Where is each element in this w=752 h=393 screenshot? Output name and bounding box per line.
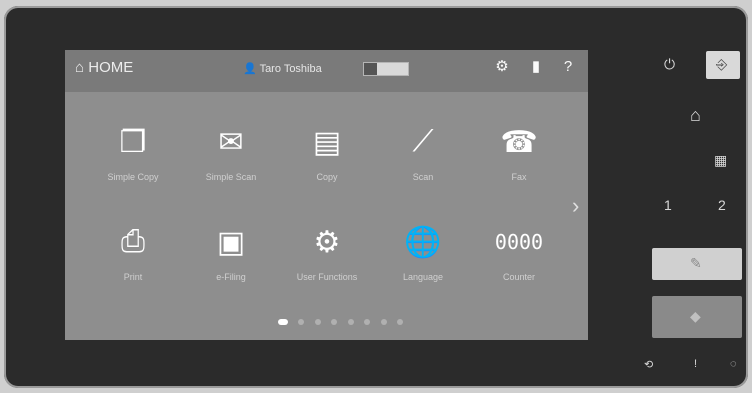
gear-icon[interactable]: ⚙ <box>493 58 511 76</box>
page-dot[interactable] <box>380 319 387 325</box>
copy-icon: ❐ <box>119 125 147 159</box>
scanner-icon: ⟋ <box>412 125 434 158</box>
app-copy[interactable]: ▤ Copy <box>282 114 372 204</box>
keypad-2[interactable]: 2 <box>718 197 726 213</box>
app-label: Print <box>123 272 143 282</box>
user-icon: 👤 <box>243 63 257 75</box>
job-status-icon[interactable]: ▦ <box>714 152 727 169</box>
app-label: Copy <box>316 172 338 182</box>
stop-button[interactable]: ◆ <box>652 296 742 338</box>
home-label-text: HOME <box>88 59 134 76</box>
energy-icon[interactable]: ◌ <box>730 358 737 370</box>
reset-icon[interactable]: ⟲ <box>644 358 653 371</box>
box-icon: ▣ <box>216 225 246 259</box>
power-icon[interactable]: ⏻ <box>664 56 675 73</box>
page-dot[interactable] <box>347 319 354 325</box>
gears-icon: ⚙ <box>313 225 341 259</box>
scan-mail-icon: ✉ <box>218 125 244 159</box>
info-icon[interactable]: ▮ <box>527 58 545 76</box>
home-hard-icon[interactable]: ⌂ <box>690 105 701 126</box>
app-simple-copy[interactable]: ❐ Simple Copy <box>88 114 178 204</box>
indicator-icon: ! <box>694 358 698 370</box>
toner-level <box>364 63 378 75</box>
help-icon[interactable]: ? <box>559 58 577 76</box>
stop-icon: ◆ <box>690 308 701 324</box>
page-dot[interactable] <box>314 319 321 325</box>
printer-icon: ⎙ <box>121 225 145 258</box>
copier-icon: ▤ <box>312 125 342 159</box>
page-dot[interactable] <box>397 319 404 325</box>
app-scan[interactable]: ⟋ Scan <box>378 114 468 204</box>
app-fax[interactable]: ☎ Fax <box>474 114 564 204</box>
next-page-arrow[interactable]: › <box>572 193 579 219</box>
login-button[interactable]: ⎆ <box>706 51 740 79</box>
page-dot[interactable] <box>298 319 305 325</box>
app-print[interactable]: ⎙ Print <box>88 214 178 304</box>
home-icon: ⌂ <box>75 59 85 76</box>
app-label: Simple Scan <box>205 172 257 182</box>
app-label: User Functions <box>296 272 358 282</box>
counter-icon: 0000 <box>494 230 544 254</box>
page-dot[interactable] <box>278 319 288 325</box>
app-language[interactable]: 🌐 Language <box>378 214 468 304</box>
app-e-filing[interactable]: ▣ e-Filing <box>186 214 276 304</box>
start-button[interactable]: ✎ <box>652 248 742 280</box>
app-simple-scan[interactable]: ✉ Simple Scan <box>186 114 276 204</box>
toner-indicator <box>363 62 409 76</box>
page-dot[interactable] <box>364 319 371 325</box>
app-label: Scan <box>412 172 434 182</box>
user-account[interactable]: 👤 Taro Toshiba <box>243 62 322 75</box>
login-icon: ⎆ <box>716 56 728 72</box>
user-name: Taro Toshiba <box>259 63 322 75</box>
globe-icon: 🌐 <box>404 225 442 259</box>
top-bar: ⌂ HOME 👤 Taro Toshiba ⚙ ▮ ? <box>65 50 588 92</box>
touch-screen: ⌂ HOME 👤 Taro Toshiba ⚙ ▮ ? ❐ Simple Cop… <box>65 50 588 340</box>
keypad-1[interactable]: 1 <box>664 197 672 213</box>
app-label: Counter <box>502 272 536 282</box>
page-indicator <box>275 312 406 330</box>
app-user-functions[interactable]: ⚙ User Functions <box>282 214 372 304</box>
app-counter[interactable]: 0000 Counter <box>474 214 564 304</box>
pencil-icon: ✎ <box>690 255 702 271</box>
home-title[interactable]: ⌂ HOME <box>75 59 133 76</box>
app-label: Simple Copy <box>107 172 159 182</box>
app-label: Language <box>402 272 444 282</box>
app-grid: ❐ Simple Copy ✉ Simple Scan ▤ Copy ⟋ Sca… <box>88 114 568 304</box>
fax-icon: ☎ <box>500 125 538 159</box>
page-dot[interactable] <box>331 319 338 325</box>
app-label: Fax <box>511 172 527 182</box>
app-label: e-Filing <box>216 272 246 282</box>
